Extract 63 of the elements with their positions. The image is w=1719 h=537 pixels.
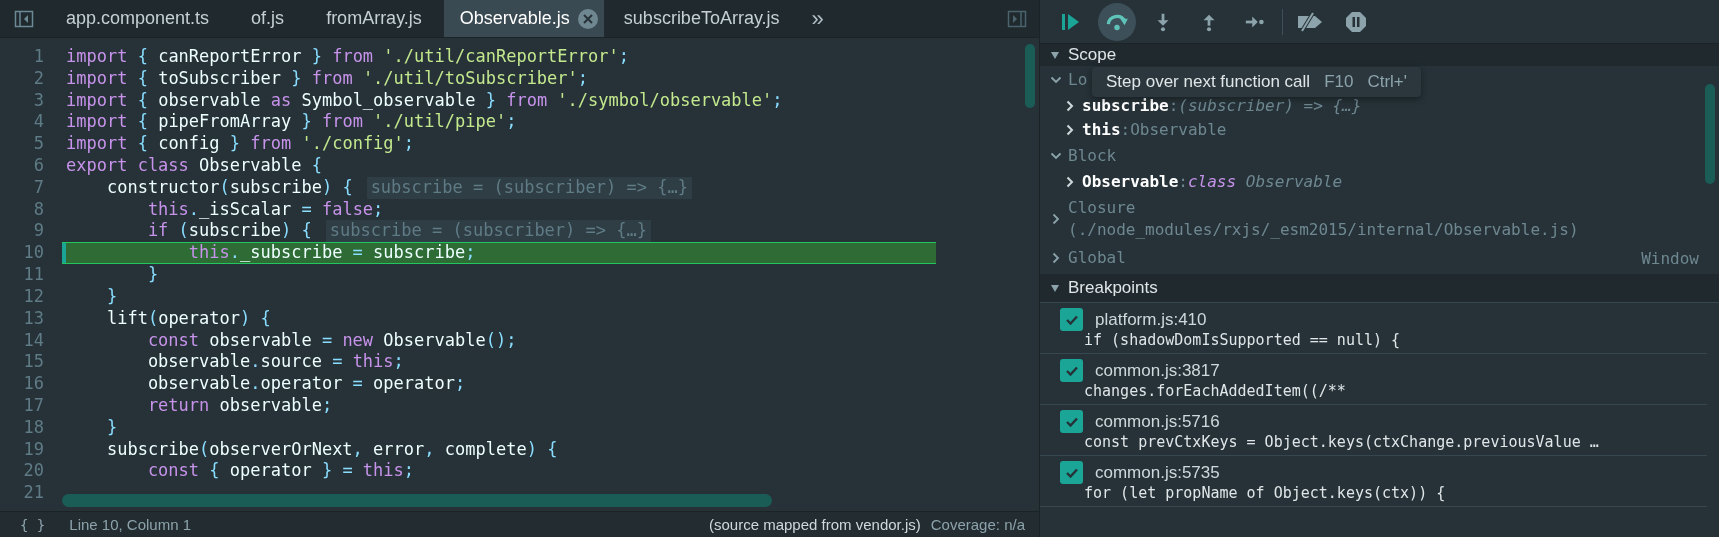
group-label: Block [1068,145,1117,167]
code-line: import { config } from './config'; [66,133,415,155]
variable-entry: Observable:class Observable [1082,172,1343,192]
inline-value: subscribe = (subscriber) => {…} [325,220,651,243]
code-line: import { pipeFromArray } from './util/pipe'; [66,111,517,134]
code-line: } [105,285,118,308]
group-label: Lo [1068,69,1088,91]
breakpoint-code: const prevCtxKeys = Object.keys(ctxChange.previousValue … [1083,433,1600,451]
group-label: Global [1068,247,1126,269]
shortcut-key: Ctrl+' [1367,72,1408,92]
line-number: 1 [32,46,45,68]
code-line: this._subscribe = subscribe; [187,242,476,265]
code-line: const observable = new Observable(); [146,329,517,352]
line-number: 20 [22,460,45,483]
line-number: 7 [32,176,45,199]
line-number: 13 [22,307,45,330]
line-number: 18 [22,416,45,439]
code-line: this._isScalar = false; [146,198,384,221]
line-number: 16 [22,373,45,395]
variable-entry: this:Observable [1082,120,1227,140]
tooltip-text: Step over next function call [1106,72,1311,92]
line-number: 11 [22,264,45,286]
line-number: 17 [22,394,45,417]
line-number: 9 [32,220,45,243]
line-number: 4 [32,111,45,134]
scope-value: Window [1641,248,1699,268]
line-number: 8 [32,198,45,221]
line-number: 12 [22,285,45,308]
code-line: } [146,264,159,286]
group-path: (./node_modules/rxjs/_esm2015/internal/Observable.js) [1068,219,1579,241]
code-line: import { canReportError } from './util/canReportError'; [66,46,629,68]
section-title: Scope [1068,45,1117,65]
code-line: observable.operator = operator; [146,373,466,395]
code-line: return observable; [146,394,333,417]
code-line: observable.source = this; [146,351,404,374]
code-line: lift(operator) { [105,307,271,330]
breakpoint-code: for (let propName of Object.keys(ctx)) { [1083,484,1447,502]
code-line: subscribe(observerOrNext, error, complete) { [105,438,558,461]
code-line: import { observable as Symbol_observable } from './symbol/observable'; [66,89,783,112]
cursor-position: Line 10, Column 1 [69,516,192,533]
line-number: 6 [32,155,45,177]
breakpoint-code: if (shadowDomIsSupported == null) { [1083,331,1402,349]
line-number: 10 [22,242,45,265]
code-line: const { operator } = this; [146,460,415,483]
line-number: 14 [22,329,45,352]
line-number: 5 [32,133,45,155]
breakpoint-code: changes.forEachAddedItem((/** [1083,382,1347,400]
line-number: 21 [22,482,45,504]
coverage-status: Coverage: n/a [930,516,1025,533]
group-label: Closure [1068,197,1137,219]
shortcut-key: F10 [1324,72,1354,92]
code-line: if (subscribe) { [146,220,312,243]
code-line: export class Observable { [66,155,322,177]
line-number: 19 [22,438,45,461]
line-number: 3 [32,89,45,112]
code-line: import { toSubscriber } from './util/toSubscriber'; [66,67,589,90]
line-number: 2 [32,67,45,90]
code-line: } [105,416,118,439]
variable-entry: subscribe:(subscriber) => {…} [1082,96,1362,116]
inline-value: subscribe = (subscriber) => {…} [366,176,692,199]
code-line: constructor(subscribe) { [105,176,353,199]
section-title: Breakpoints [1068,278,1158,298]
line-number: 15 [22,351,45,374]
